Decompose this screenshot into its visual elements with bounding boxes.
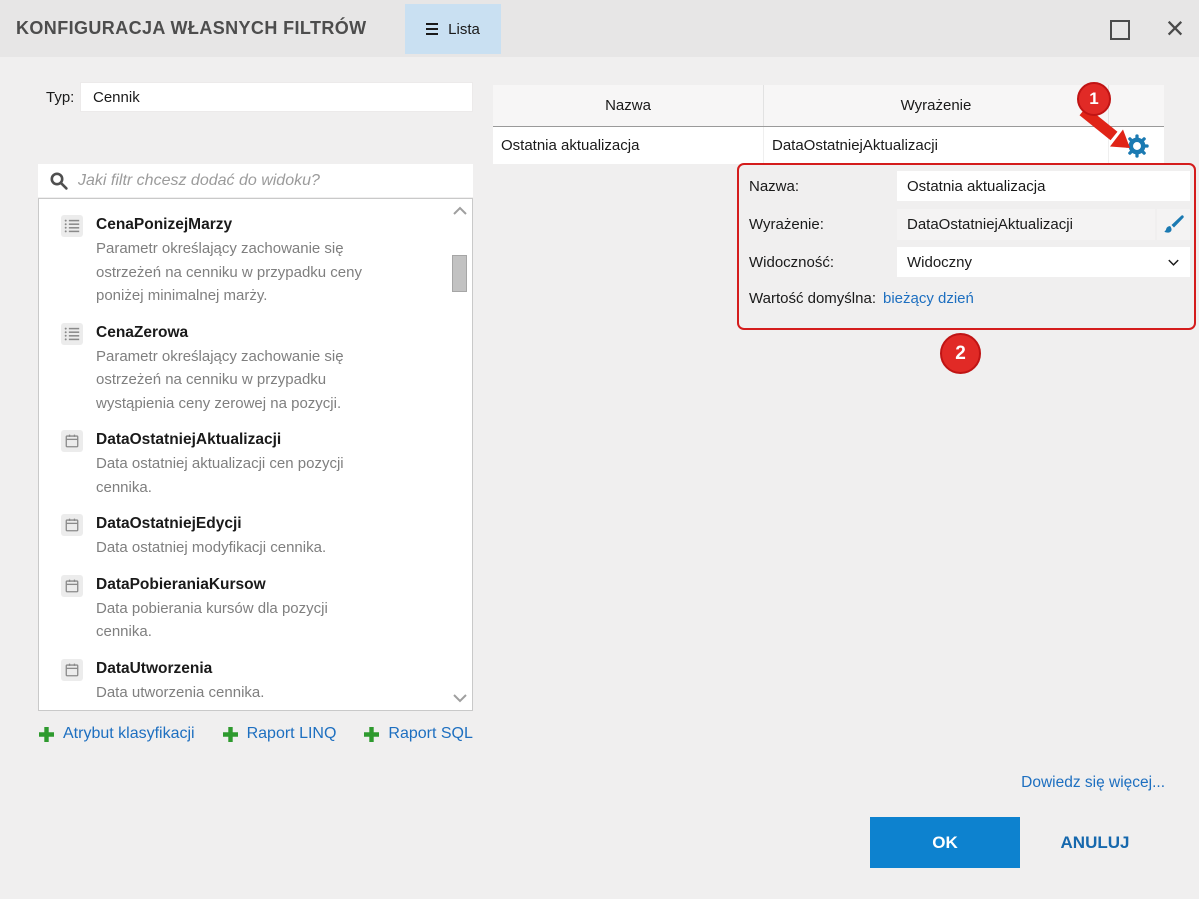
list-item-datautworzenia[interactable]: DataUtworzenia Data utworzenia cennika.: [61, 657, 472, 705]
scrollbar-thumb[interactable]: [452, 255, 467, 292]
filter-description: Parametr określający zachowanie się ostr…: [96, 240, 362, 304]
add-link-label: Atrybut klasyfikacji: [63, 725, 195, 742]
search-input[interactable]: [70, 171, 473, 190]
list-item-dataostatniejaktualizacji[interactable]: DataOstatniejAktualizacji Data ostatniej…: [61, 428, 472, 499]
add-link-label: Raport SQL: [388, 725, 473, 742]
row-settings-button[interactable]: [1109, 127, 1164, 164]
ok-button[interactable]: OK: [870, 817, 1020, 868]
detail-wyrazenie-label: Wyrażenie:: [749, 216, 824, 233]
filter-name: CenaZerowa: [96, 323, 189, 341]
plus-icon: [39, 726, 54, 742]
menu-bars-icon: [426, 23, 439, 35]
titlebar: KONFIGURACJA WŁASNYCH FILTRÓW Lista ×: [0, 0, 1199, 57]
calendar-icon: [61, 430, 83, 452]
filter-description: Data pobierania kursów dla pozycji cenni…: [96, 599, 328, 641]
filter-description: Data utworzenia cennika.: [96, 683, 265, 701]
detail-wyrazenie-field[interactable]: DataOstatniejAktualizacji: [897, 209, 1155, 240]
detail-nazwa-label: Nazwa:: [749, 178, 800, 195]
plus-icon: [364, 726, 380, 742]
filters-table-header: Nazwa Wyrażenie: [493, 85, 1164, 127]
list-item-cenazerowa[interactable]: CenaZerowa Parametr określający zachowan…: [61, 321, 472, 416]
filter-description: Data ostatniej aktualizacji cen pozycji …: [96, 455, 344, 496]
edit-expression-button[interactable]: [1157, 209, 1190, 240]
calendar-icon: [61, 574, 83, 597]
step-badge-1: 1: [1077, 82, 1111, 116]
detail-default-label: Wartość domyślna:: [749, 290, 876, 307]
maximize-button[interactable]: [1110, 20, 1130, 40]
add-links-row: Atrybut klasyfikacji Raport LINQ Raport …: [38, 725, 473, 743]
add-sql-report-link[interactable]: Raport SQL: [363, 725, 473, 743]
filter-name: DataOstatniejAktualizacji: [96, 431, 282, 448]
filter-detail-callout: Nazwa: Wyrażenie: DataOstatniejAktualiza…: [737, 163, 1196, 330]
filter-name: DataOstatniejEdycji: [96, 515, 242, 532]
chevron-down-icon: [1166, 255, 1181, 274]
table-row[interactable]: Ostatnia aktualizacja DataOstatniejAktua…: [493, 127, 1164, 164]
visibility-dropdown[interactable]: Widoczny: [897, 247, 1190, 277]
close-button[interactable]: ×: [1158, 6, 1192, 50]
cancel-button[interactable]: ANULUJ: [1040, 817, 1150, 868]
filter-name: CenaPonizejMarzy: [96, 216, 233, 233]
type-label: Typ:: [46, 89, 75, 106]
list-icon: [61, 322, 83, 345]
calendar-icon: [61, 514, 83, 536]
custom-filters-dialog: KONFIGURACJA WŁASNYCH FILTRÓW Lista × Ty…: [0, 0, 1199, 899]
scroll-down-button[interactable]: [451, 690, 469, 706]
type-field[interactable]: [80, 82, 473, 112]
filter-name: DataPobieraniaKursow: [96, 575, 266, 593]
detail-nazwa-field[interactable]: [897, 171, 1190, 201]
tab-lista-label: Lista: [448, 20, 480, 38]
chevron-down-icon: [453, 694, 467, 703]
plus-icon: [222, 726, 238, 742]
close-icon: ×: [1165, 10, 1185, 46]
detail-widocznosc-label: Widoczność:: [749, 254, 835, 271]
list-icon: [61, 215, 83, 237]
filter-description: Parametr określający zachowanie się ostr…: [96, 347, 344, 412]
add-classification-attribute-link[interactable]: Atrybut klasyfikacji: [38, 725, 195, 743]
calendar-icon: [61, 658, 83, 681]
step-badge-2: 2: [940, 333, 981, 374]
column-header-actions: [1109, 85, 1164, 126]
column-header-nazwa[interactable]: Nazwa: [493, 85, 764, 126]
add-link-label: Raport LINQ: [246, 725, 337, 742]
brush-icon: [1163, 214, 1184, 233]
chevron-up-icon: [453, 206, 467, 215]
search-icon: [48, 170, 70, 192]
gear-icon: [1124, 133, 1149, 158]
tab-lista[interactable]: Lista: [405, 4, 501, 54]
cell-wyrazenie: DataOstatniejAktualizacji: [764, 127, 1109, 164]
visibility-value: Widoczny: [907, 253, 973, 271]
dialog-title: KONFIGURACJA WŁASNYCH FILTRÓW: [16, 18, 367, 38]
list-item-cenaponizejmarzy[interactable]: CenaPonizejMarzy Parametr określający za…: [61, 213, 472, 308]
add-linq-report-link[interactable]: Raport LINQ: [222, 725, 337, 743]
filter-search-box: [38, 164, 473, 197]
scroll-up-button[interactable]: [451, 203, 469, 219]
cell-nazwa: Ostatnia aktualizacja: [493, 127, 764, 164]
filter-name: DataUtworzenia: [96, 659, 213, 677]
default-value-link[interactable]: bieżący dzień: [883, 290, 974, 307]
filter-description: Data ostatniej modyfikacji cennika.: [96, 539, 327, 556]
learn-more-link[interactable]: Dowiedz się więcej...: [1021, 774, 1165, 792]
list-item-datapobieraniakursow[interactable]: DataPobieraniaKursow Data pobierania kur…: [61, 573, 472, 644]
filter-list: CenaPonizejMarzy Parametr określający za…: [38, 198, 473, 711]
list-item-dataostatniejedycji[interactable]: DataOstatniejEdycji Data ostatniej modyf…: [61, 512, 472, 560]
column-header-wyrazenie[interactable]: Wyrażenie: [764, 85, 1109, 126]
